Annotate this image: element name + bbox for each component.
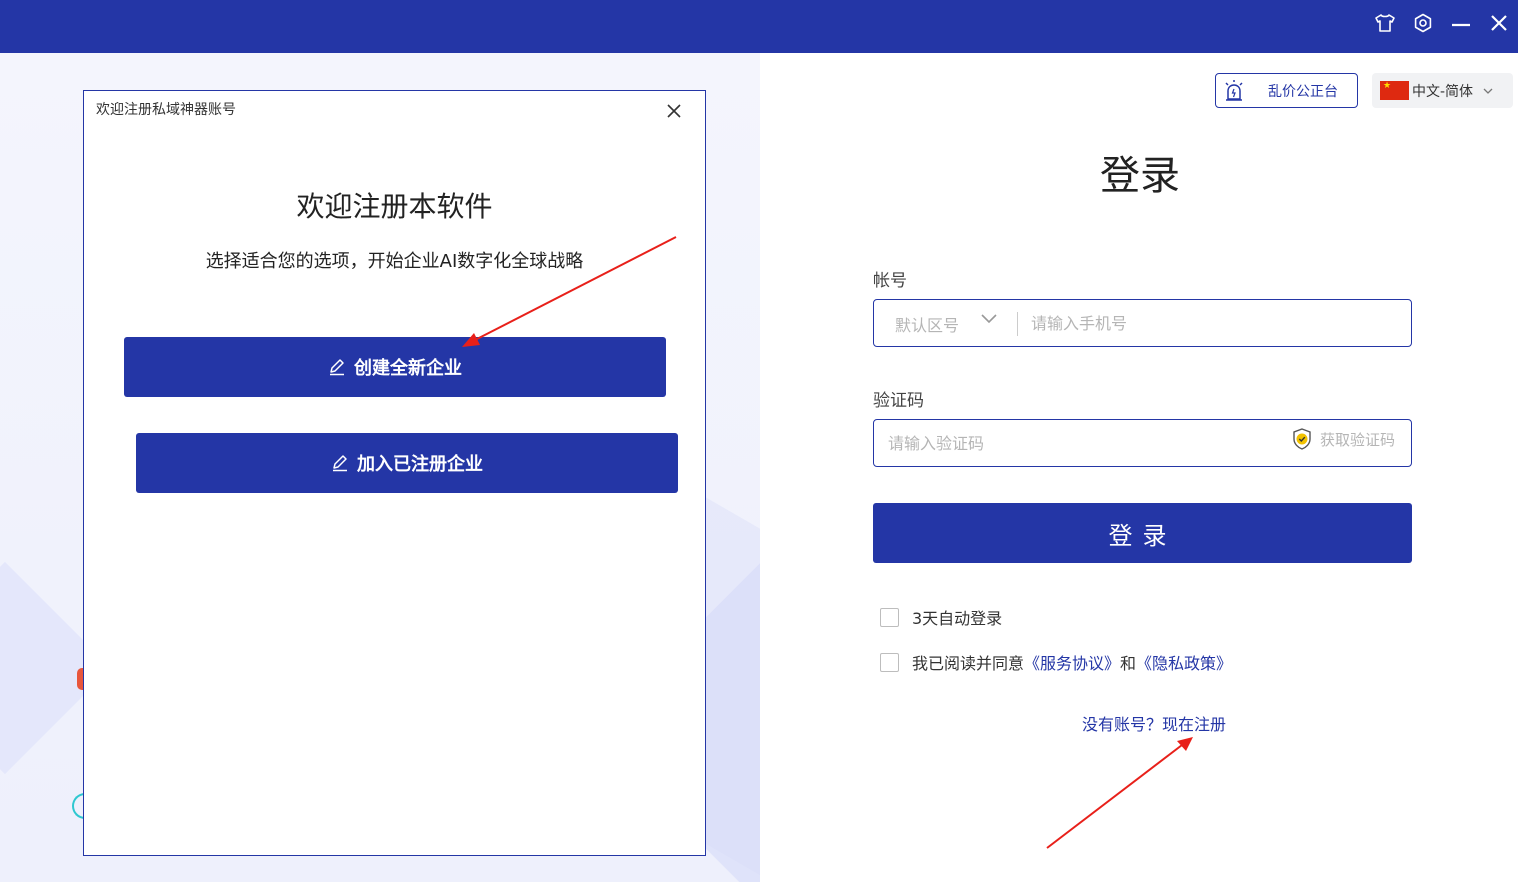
dialog-subheading: 选择适合您的选项，开始企业AI数字化全球战略: [205, 251, 584, 272]
register-link[interactable]: 没有账号？现在注册: [1082, 711, 1226, 735]
dialog-close-button[interactable]: [662, 99, 686, 123]
minimize-icon: [1452, 23, 1470, 26]
login-title: 登录: [1100, 153, 1180, 199]
close-icon: [1491, 14, 1507, 31]
privacy-policy-link[interactable]: 《隐私政策》: [1136, 650, 1232, 674]
create-enterprise-button[interactable]: 创建全新企业: [124, 337, 666, 397]
settings-icon: [1414, 13, 1432, 32]
chevron-down-icon: [1483, 88, 1493, 94]
create-enterprise-label: 创建全新企业: [354, 358, 462, 379]
platform-label: 乱价公正台: [1268, 83, 1338, 100]
window-controls: [1366, 0, 1518, 45]
shirt-icon: [1375, 13, 1395, 32]
join-enterprise-button[interactable]: 加入已注册企业: [136, 433, 678, 493]
language-label: 中文-简体: [1412, 83, 1474, 100]
chevron-down-icon[interactable]: [981, 314, 997, 324]
auto-login-label: 3天自动登录: [912, 609, 1003, 628]
agreement-checkbox[interactable]: [880, 652, 899, 672]
service-agreement-link[interactable]: 《服务协议》: [1024, 650, 1120, 674]
verification-code-field: 获取验证码: [873, 419, 1412, 467]
login-button[interactable]: 登录: [873, 503, 1412, 563]
agreement-prefix: 我已阅读并同意: [912, 654, 1025, 673]
auto-login-row: 3天自动登录: [880, 605, 1002, 629]
verification-code-label: 验证码: [873, 391, 924, 411]
alarm-icon: [1216, 79, 1252, 103]
pen-icon: [328, 358, 346, 376]
verification-code-input[interactable]: [886, 428, 1266, 458]
dialog-title: 欢迎注册私域神器账号: [96, 102, 236, 118]
area-code-select[interactable]: 默认区号: [895, 312, 959, 336]
account-field: 默认区号: [873, 299, 1412, 347]
china-flag-icon: [1380, 81, 1409, 100]
shield-check-icon: [1290, 427, 1314, 451]
platform-button[interactable]: 乱价公正台: [1215, 73, 1358, 108]
close-icon: [667, 104, 681, 118]
agreement-and: 和: [1120, 654, 1137, 673]
annotation-arrow: [1046, 737, 1193, 849]
minimize-button[interactable]: [1442, 0, 1480, 45]
language-selector[interactable]: 中文-简体: [1372, 73, 1513, 108]
settings-button[interactable]: [1404, 0, 1442, 45]
pen-icon: [331, 454, 349, 472]
dialog-heading: 欢迎注册本软件: [296, 190, 493, 223]
title-bar: [0, 0, 1518, 53]
account-label: 帐号: [873, 271, 907, 291]
join-enterprise-label: 加入已注册企业: [357, 454, 483, 475]
field-divider: [1017, 312, 1018, 336]
get-code-button[interactable]: 获取验证码: [1290, 427, 1395, 451]
register-dialog: 欢迎注册私域神器账号 欢迎注册本软件 选择适合您的选项，开始企业AI数字化全球战…: [83, 90, 706, 856]
close-window-button[interactable]: [1480, 0, 1518, 45]
phone-input[interactable]: [1029, 308, 1399, 338]
agreement-row: 我已阅读并同意 《服务协议》 和 《隐私政策》: [880, 650, 1232, 674]
auto-login-checkbox[interactable]: [880, 607, 899, 627]
get-code-label: 获取验证码: [1319, 430, 1395, 449]
skin-button[interactable]: [1366, 0, 1404, 45]
